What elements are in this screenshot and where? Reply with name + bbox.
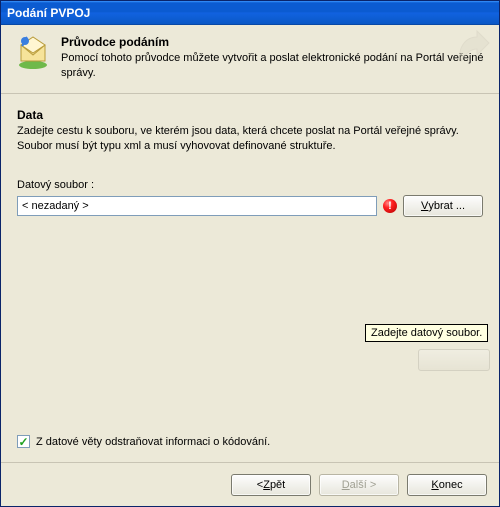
section-title: Data (17, 108, 483, 122)
window: Podání PVPOJ Průvodce podáním Pomocí toh… (0, 0, 500, 507)
decor-icon (451, 29, 491, 69)
check-icon: ✓ (18, 436, 28, 448)
error-icon: ! (383, 199, 397, 213)
wizard-title: Průvodce podáním (61, 35, 485, 49)
envelope-icon (15, 35, 51, 71)
close-button[interactable]: Konec (407, 474, 487, 496)
wizard-header: Průvodce podáním Pomocí tohoto průvodce … (1, 25, 499, 94)
file-path-input[interactable]: < nezadaný > (17, 196, 377, 216)
content-area: Data Zadejte cestu k souboru, ve kterém … (1, 94, 499, 462)
back-button[interactable]: < Zpět (231, 474, 311, 496)
file-field-label: Datový soubor : (17, 179, 483, 191)
titlebar: Podání PVPOJ (1, 1, 499, 25)
encoding-checkbox[interactable]: ✓ (17, 435, 30, 448)
window-title: Podání PVPOJ (7, 6, 90, 20)
next-button: Další > (319, 474, 399, 496)
section-description: Zadejte cestu k souboru, ve kterém jsou … (17, 124, 483, 154)
wizard-description: Pomocí tohoto průvodce můžete vytvořit a… (61, 51, 485, 81)
footer-button-bar: < Zpět Další > Konec (1, 462, 499, 506)
encoding-checkbox-row[interactable]: ✓ Z datové věty odstraňovat informaci o … (17, 435, 270, 448)
encoding-checkbox-label: Z datové věty odstraňovat informaci o kó… (36, 436, 270, 448)
file-path-value: < nezadaný > (22, 200, 89, 212)
tooltip: Zadejte datový soubor. (365, 324, 488, 342)
browse-button[interactable]: Vybrat ... (403, 195, 483, 217)
disabled-ghost-button (418, 349, 490, 371)
